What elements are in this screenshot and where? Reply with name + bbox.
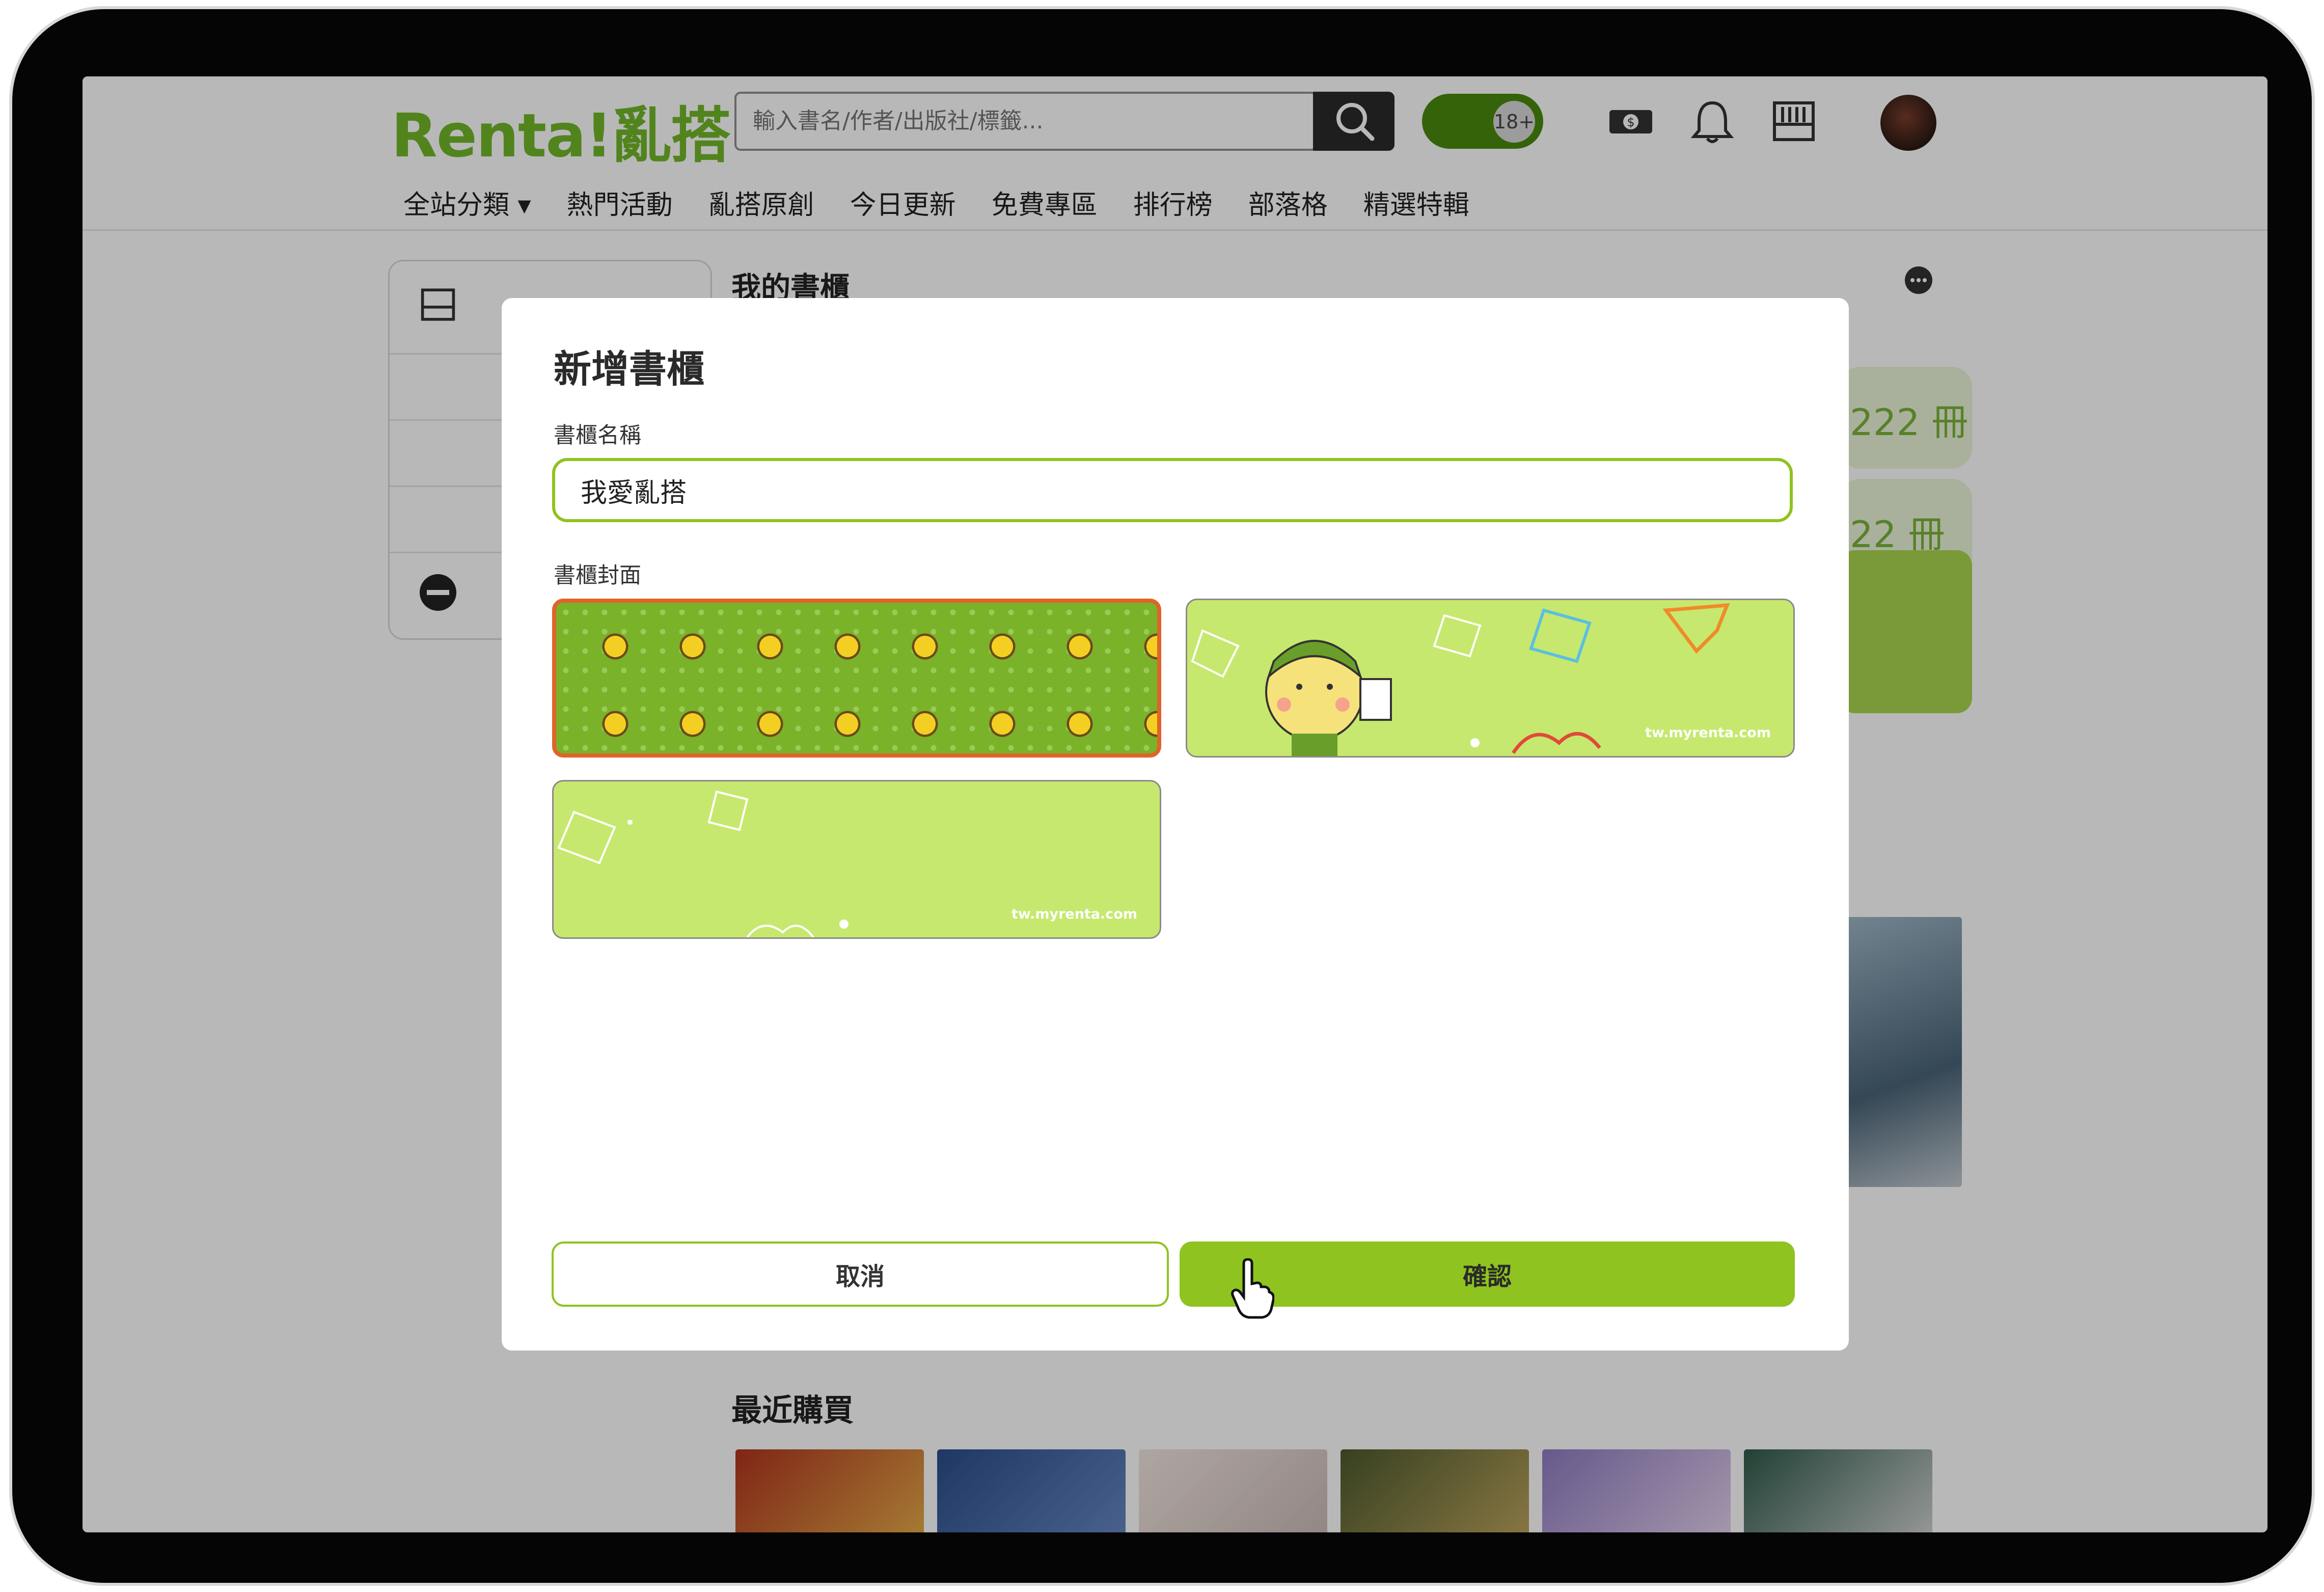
hand-cursor-icon	[1231, 1258, 1274, 1319]
cover-url-text: tw.myrenta.com	[1011, 906, 1137, 922]
nav-all-categories[interactable]: 全站分類 ▾	[403, 183, 531, 221]
nav-hot-events[interactable]: 熱門活動	[567, 183, 673, 221]
tablet-frame: Renta!亂搭 18+ $	[12, 9, 2312, 1583]
dialog-title: 新增書櫃	[554, 347, 704, 391]
new-bookshelf-dialog: 新增書櫃 書櫃名稱 書櫃封面	[502, 298, 1849, 1351]
search-input[interactable]	[752, 105, 1263, 137]
age-label: 18+	[1493, 101, 1535, 143]
search-box[interactable]	[734, 92, 1317, 151]
recent-book-cover[interactable]	[1341, 1449, 1529, 1532]
cover-option-plain-green[interactable]: tw.myrenta.com	[552, 780, 1161, 939]
cover-url-text: tw.myrenta.com	[1645, 725, 1771, 741]
minus-circle-icon	[420, 574, 456, 611]
shelf-banner[interactable]	[1840, 550, 1972, 713]
svg-text:$: $	[1627, 115, 1634, 129]
recent-book-cover[interactable]	[1744, 1449, 1932, 1532]
shelf-cover-label: 書櫃封面	[554, 563, 641, 588]
book-cover[interactable]	[1845, 917, 1962, 1187]
shelf-count: 222 冊	[1850, 401, 1968, 444]
recent-purchases-title: 最近購買	[731, 1393, 854, 1428]
bookshelf-icon[interactable]	[1768, 96, 1819, 147]
search-icon	[1336, 103, 1375, 141]
cover-option-mascot-books[interactable]: tw.myrenta.com	[1186, 599, 1795, 758]
user-avatar[interactable]	[1880, 95, 1936, 151]
bookshelf-icon	[421, 288, 455, 321]
screen: Renta!亂搭 18+ $	[83, 76, 2267, 1532]
site-logo[interactable]: Renta!亂搭	[391, 87, 731, 174]
recent-book-cover[interactable]	[1542, 1449, 1731, 1532]
nav-originals[interactable]: 亂搭原創	[708, 183, 814, 221]
shelf-name-label: 書櫃名稱	[554, 423, 641, 448]
nav-today-updates[interactable]: 今日更新	[850, 183, 956, 221]
bell-icon[interactable]	[1687, 96, 1738, 147]
cancel-button[interactable]: 取消	[552, 1242, 1169, 1307]
shelf-name-input[interactable]	[552, 458, 1793, 522]
main-nav: 全站分類 ▾ 熱門活動 亂搭原創 今日更新 免費專區 排行榜 部落格 精選特輯	[403, 183, 1469, 221]
nav-free-zone[interactable]: 免費專區	[992, 183, 1098, 221]
site-header: Renta!亂搭 18+ $	[83, 76, 2267, 231]
nav-ranking[interactable]: 排行榜	[1133, 183, 1213, 221]
nav-featured[interactable]: 精選特輯	[1363, 183, 1469, 221]
coin-icon[interactable]: $	[1605, 96, 1656, 147]
nav-blog[interactable]: 部落格	[1248, 183, 1328, 221]
recent-book-cover[interactable]	[937, 1449, 1126, 1532]
cover-option-mascot-pattern[interactable]	[552, 599, 1161, 758]
more-options-icon[interactable]	[1903, 265, 1934, 295]
age-filter-toggle[interactable]: 18+	[1422, 94, 1543, 149]
recent-book-cover[interactable]	[1139, 1449, 1327, 1532]
recent-book-cover[interactable]	[735, 1449, 924, 1532]
search-button[interactable]	[1313, 92, 1395, 151]
